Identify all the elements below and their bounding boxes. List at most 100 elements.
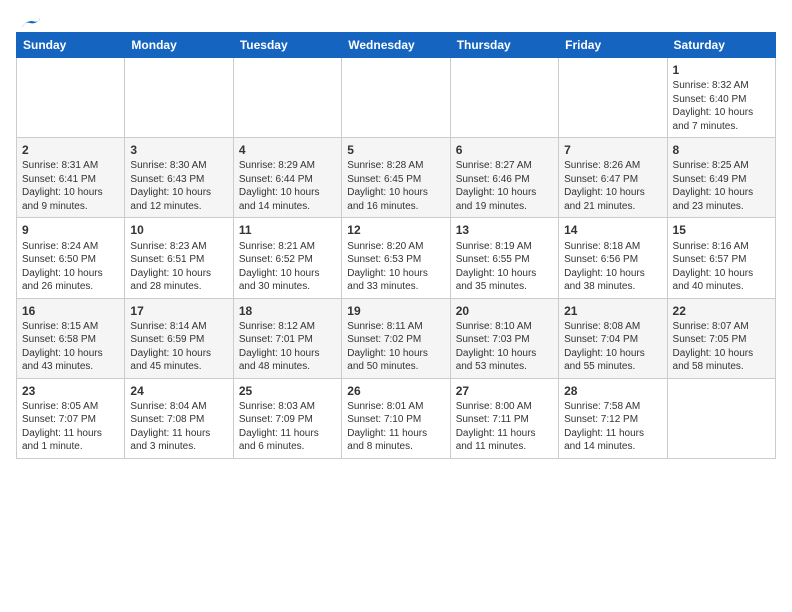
calendar-cell — [233, 58, 341, 138]
day-number: 1 — [673, 62, 770, 78]
day-number: 9 — [22, 222, 119, 238]
calendar-cell: 13 Sunrise: 8:19 AM Sunset: 6:55 PM Dayli… — [450, 218, 558, 298]
day-number: 12 — [347, 222, 444, 238]
col-header-wednesday: Wednesday — [342, 33, 450, 58]
calendar-cell — [559, 58, 667, 138]
calendar-cell — [667, 378, 775, 458]
day-info: Sunrise: 8:19 AM Sunset: 6:55 PM Dayligh… — [456, 240, 553, 294]
day-info: Sunrise: 8:08 AM Sunset: 7:04 PM Dayligh… — [564, 320, 661, 374]
calendar-cell: 1Sunrise: 8:32 AM Sunset: 6:40 PM Daylig… — [667, 58, 775, 138]
day-number: 13 — [456, 222, 553, 238]
day-number: 27 — [456, 383, 553, 399]
calendar-cell — [342, 58, 450, 138]
day-number: 10 — [130, 222, 227, 238]
logo-bird-icon — [18, 16, 42, 30]
day-number: 2 — [22, 142, 119, 158]
calendar-cell: 20Sunrise: 8:10 AM Sunset: 7:03 PM Dayli… — [450, 298, 558, 378]
calendar-cell: 17Sunrise: 8:14 AM Sunset: 6:59 PM Dayli… — [125, 298, 233, 378]
week-row-2: 2Sunrise: 8:31 AM Sunset: 6:41 PM Daylig… — [17, 138, 776, 218]
week-row-1: 1Sunrise: 8:32 AM Sunset: 6:40 PM Daylig… — [17, 58, 776, 138]
day-info: Sunrise: 8:28 AM Sunset: 6:45 PM Dayligh… — [347, 159, 444, 213]
calendar-cell: 19Sunrise: 8:11 AM Sunset: 7:02 PM Dayli… — [342, 298, 450, 378]
day-number: 16 — [22, 303, 119, 319]
calendar-cell: 14 Sunrise: 8:18 AM Sunset: 6:56 PM Dayli… — [559, 218, 667, 298]
day-number: 22 — [673, 303, 770, 319]
calendar-cell: 27Sunrise: 8:00 AM Sunset: 7:11 PM Dayli… — [450, 378, 558, 458]
day-info: Sunrise: 8:20 AM Sunset: 6:53 PM Dayligh… — [347, 240, 444, 294]
day-number: 4 — [239, 142, 336, 158]
calendar-cell: 5Sunrise: 8:28 AM Sunset: 6:45 PM Daylig… — [342, 138, 450, 218]
day-number: 7 — [564, 142, 661, 158]
day-info: Sunrise: 8:16 AM Sunset: 6:57 PM Dayligh… — [673, 240, 770, 294]
calendar-cell: 25Sunrise: 8:03 AM Sunset: 7:09 PM Dayli… — [233, 378, 341, 458]
day-info: Sunrise: 8:29 AM Sunset: 6:44 PM Dayligh… — [239, 159, 336, 213]
day-number: 17 — [130, 303, 227, 319]
col-header-saturday: Saturday — [667, 33, 775, 58]
day-number: 21 — [564, 303, 661, 319]
calendar-cell: 28Sunrise: 7:58 AM Sunset: 7:12 PM Dayli… — [559, 378, 667, 458]
day-info: Sunrise: 8:21 AM Sunset: 6:52 PM Dayligh… — [239, 240, 336, 294]
col-header-tuesday: Tuesday — [233, 33, 341, 58]
day-number: 26 — [347, 383, 444, 399]
day-info: Sunrise: 8:01 AM Sunset: 7:10 PM Dayligh… — [347, 400, 444, 454]
calendar-cell: 26Sunrise: 8:01 AM Sunset: 7:10 PM Dayli… — [342, 378, 450, 458]
day-number: 18 — [239, 303, 336, 319]
calendar-cell: 2Sunrise: 8:31 AM Sunset: 6:41 PM Daylig… — [17, 138, 125, 218]
day-info: Sunrise: 8:11 AM Sunset: 7:02 PM Dayligh… — [347, 320, 444, 374]
day-number: 6 — [456, 142, 553, 158]
day-info: Sunrise: 7:58 AM Sunset: 7:12 PM Dayligh… — [564, 400, 661, 454]
week-row-4: 16Sunrise: 8:15 AM Sunset: 6:58 PM Dayli… — [17, 298, 776, 378]
day-info: Sunrise: 8:05 AM Sunset: 7:07 PM Dayligh… — [22, 400, 119, 454]
col-header-friday: Friday — [559, 33, 667, 58]
calendar-cell: 11 Sunrise: 8:21 AM Sunset: 6:52 PM Dayli… — [233, 218, 341, 298]
day-info: Sunrise: 8:24 AM Sunset: 6:50 PM Dayligh… — [22, 240, 119, 294]
day-info: Sunrise: 8:15 AM Sunset: 6:58 PM Dayligh… — [22, 320, 119, 374]
day-number: 3 — [130, 142, 227, 158]
calendar-cell: 10 Sunrise: 8:23 AM Sunset: 6:51 PM Dayli… — [125, 218, 233, 298]
calendar-header-row: SundayMondayTuesdayWednesdayThursdayFrid… — [17, 33, 776, 58]
day-info: Sunrise: 8:07 AM Sunset: 7:05 PM Dayligh… — [673, 320, 770, 374]
day-info: Sunrise: 8:26 AM Sunset: 6:47 PM Dayligh… — [564, 159, 661, 213]
calendar-cell: 12 Sunrise: 8:20 AM Sunset: 6:53 PM Dayli… — [342, 218, 450, 298]
day-info: Sunrise: 8:00 AM Sunset: 7:11 PM Dayligh… — [456, 400, 553, 454]
calendar-cell: 6Sunrise: 8:27 AM Sunset: 6:46 PM Daylig… — [450, 138, 558, 218]
week-row-5: 23Sunrise: 8:05 AM Sunset: 7:07 PM Dayli… — [17, 378, 776, 458]
day-info: Sunrise: 8:23 AM Sunset: 6:51 PM Dayligh… — [130, 240, 227, 294]
day-info: Sunrise: 8:18 AM Sunset: 6:56 PM Dayligh… — [564, 240, 661, 294]
calendar-cell — [17, 58, 125, 138]
day-info: Sunrise: 8:03 AM Sunset: 7:09 PM Dayligh… — [239, 400, 336, 454]
day-info: Sunrise: 8:32 AM Sunset: 6:40 PM Dayligh… — [673, 79, 770, 133]
col-header-thursday: Thursday — [450, 33, 558, 58]
col-header-sunday: Sunday — [17, 33, 125, 58]
calendar-cell — [125, 58, 233, 138]
calendar: SundayMondayTuesdayWednesdayThursdayFrid… — [16, 32, 776, 459]
day-number: 19 — [347, 303, 444, 319]
col-header-monday: Monday — [125, 33, 233, 58]
calendar-cell: 7Sunrise: 8:26 AM Sunset: 6:47 PM Daylig… — [559, 138, 667, 218]
day-info: Sunrise: 8:30 AM Sunset: 6:43 PM Dayligh… — [130, 159, 227, 213]
week-row-3: 9 Sunrise: 8:24 AM Sunset: 6:50 PM Daylig… — [17, 218, 776, 298]
logo — [16, 16, 42, 26]
day-number: 23 — [22, 383, 119, 399]
calendar-cell: 15Sunrise: 8:16 AM Sunset: 6:57 PM Dayli… — [667, 218, 775, 298]
day-number: 5 — [347, 142, 444, 158]
calendar-cell: 3Sunrise: 8:30 AM Sunset: 6:43 PM Daylig… — [125, 138, 233, 218]
day-info: Sunrise: 8:14 AM Sunset: 6:59 PM Dayligh… — [130, 320, 227, 374]
calendar-cell — [450, 58, 558, 138]
day-number: 11 — [239, 222, 336, 238]
calendar-cell: 22Sunrise: 8:07 AM Sunset: 7:05 PM Dayli… — [667, 298, 775, 378]
day-number: 25 — [239, 383, 336, 399]
calendar-cell: 23Sunrise: 8:05 AM Sunset: 7:07 PM Dayli… — [17, 378, 125, 458]
day-number: 24 — [130, 383, 227, 399]
day-info: Sunrise: 8:25 AM Sunset: 6:49 PM Dayligh… — [673, 159, 770, 213]
day-number: 8 — [673, 142, 770, 158]
day-info: Sunrise: 8:31 AM Sunset: 6:41 PM Dayligh… — [22, 159, 119, 213]
day-info: Sunrise: 8:12 AM Sunset: 7:01 PM Dayligh… — [239, 320, 336, 374]
calendar-cell: 8Sunrise: 8:25 AM Sunset: 6:49 PM Daylig… — [667, 138, 775, 218]
calendar-cell: 4Sunrise: 8:29 AM Sunset: 6:44 PM Daylig… — [233, 138, 341, 218]
day-number: 20 — [456, 303, 553, 319]
header — [16, 16, 776, 26]
calendar-cell: 16Sunrise: 8:15 AM Sunset: 6:58 PM Dayli… — [17, 298, 125, 378]
day-info: Sunrise: 8:27 AM Sunset: 6:46 PM Dayligh… — [456, 159, 553, 213]
day-number: 14 — [564, 222, 661, 238]
